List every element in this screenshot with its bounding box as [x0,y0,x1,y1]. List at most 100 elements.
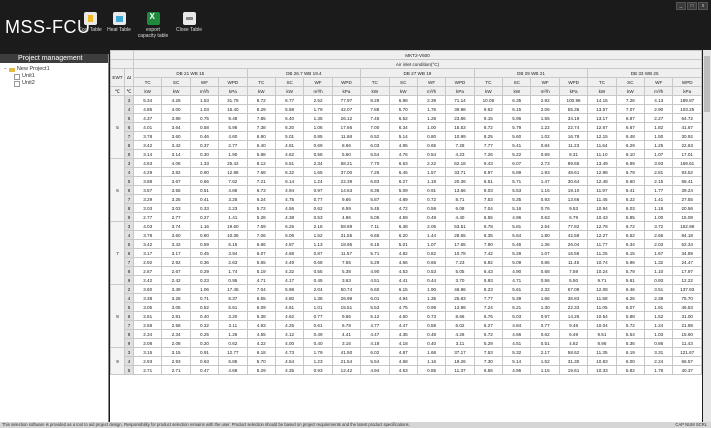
value-cell: 1.06 [189,284,220,294]
export-capacity-table-button[interactable]: export capacity table [135,12,171,39]
value-cell: 21.54 [331,356,362,366]
value-cell: 5.60 [502,131,532,141]
value-cell: 1.18 [644,203,674,213]
value-cell: 5.82 [615,365,646,375]
table-row: 7 2.58 2.58 0.32 2.11 4.93 4.25 0.61 6.78 4.77 4.4… [111,320,702,330]
value-cell: 152.98 [672,221,702,231]
value-cell: 9.62 [473,104,504,114]
vertical-scrollbar[interactable] [703,50,711,422]
minimize-button[interactable]: _ [676,2,686,10]
close-table-button[interactable]: Close Table [171,12,207,33]
value-cell: 2.54 [530,221,560,231]
dt-cell: 4 [124,167,134,177]
value-cell: 5.72 [615,320,646,330]
scrollbar-thumb[interactable] [704,56,710,112]
value-cell: 12.22 [672,275,702,285]
value-cell: 169.61 [672,158,702,168]
value-cell: 4.75 [274,194,305,204]
value-cell: 5.12 [360,311,390,321]
value-cell: 11.45 [558,257,589,267]
value-cell: 7.70 [360,158,390,168]
value-cell: 62.18 [445,158,475,168]
value-cell: 8.66 [445,311,475,321]
value-cell: 4.81 [274,140,305,150]
value-cell: 0.30 [189,149,220,159]
value-cell: 14.15 [587,95,617,105]
value-cell: 6.79 [558,212,589,222]
value-cell: 10.99 [445,131,475,141]
value-cell: 10.43 [587,212,617,222]
value-cell: 2.22 [416,158,447,168]
value-cell: 2.08 [132,338,163,348]
value-cell: 26.04 [558,239,589,249]
value-cell: 4.51 [360,275,390,285]
value-cell: 11.57 [331,248,362,258]
value-cell: 5.71 [502,176,532,186]
value-cell: 68.21 [331,158,362,168]
value-cell: 84.18 [672,230,702,240]
table-row: 8 2.34 2.34 0.25 1.26 4.55 4.12 0.49 4.41 4.47 4.3… [111,329,702,339]
table-row: 6 2.81 2.81 0.40 3.20 5.38 4.62 0.77 9.66 5.12 4.6… [111,311,702,321]
value-cell: 0.93 [530,194,560,204]
value-cell: 28.65 [445,230,475,240]
value-cell: 1.67 [644,248,674,258]
value-cell: 1.90 [218,149,248,159]
disclaimer-text: This selection software is provided as a… [2,422,410,427]
value-cell: 11.45 [587,194,617,204]
value-cell: 11.43 [672,338,702,348]
value-cell: 4.60 [218,131,248,141]
value-cell: 4.35 [388,329,418,339]
unit-header: kW [473,86,504,96]
value-cell: 4.35 [274,365,305,375]
value-cell: 7.42 [473,248,504,258]
close-window-button[interactable]: x [698,2,708,10]
maximize-button[interactable]: □ [687,2,697,10]
tree-item-project[interactable]: − New Project1 [4,66,108,73]
dt-cell: 2 [124,284,134,294]
value-cell: 6.90 [246,131,276,141]
value-cell: 2.71 [161,365,191,375]
value-cell: 26.12 [331,113,362,123]
value-cell: 7.07 [615,104,646,114]
close-table-icon [182,12,196,25]
value-cell: 6.40 [246,140,276,150]
dt-header: Δt [124,68,134,87]
value-cell: 5.45 [360,203,390,213]
value-cell: 6.83 [360,176,390,186]
value-cell: 1.16 [416,356,447,366]
value-cell: 6.32 [274,167,305,177]
value-cell: 7.26 [473,149,504,159]
value-cell: 5.61 [615,275,646,285]
value-cell: 6.15 [388,284,418,294]
value-cell: 4.38 [274,212,305,222]
table-row: 9 3.14 3.14 0.30 1.90 5.88 4.62 0.58 5.60 5.54 4.7… [111,149,702,159]
value-cell: 2.93 [132,356,163,366]
value-cell: 1.16 [530,185,560,195]
tree-item-unit1[interactable]: Unit1 [4,73,108,80]
value-cell: 17.45 [218,284,248,294]
value-cell: 12.77 [218,347,248,357]
value-cell: 5.79 [615,266,646,276]
value-cell: 46.96 [445,284,475,294]
dt-cell: 6 [124,248,134,258]
value-cell: 3.63 [331,275,362,285]
value-cell: 9.66 [331,194,362,204]
value-cell: 3.29 [132,194,163,204]
value-cell: 5.19 [246,266,276,276]
value-cell: 6.34 [615,239,646,249]
table-row: 9 2.42 2.42 0.23 0.95 4.71 4.17 0.45 3.63 4.51 4.4… [111,275,702,285]
value-cell: 6.56 [473,365,504,375]
capacity-table: MKT2-V600 Air inlet condition(°C) EWT Δt DB … [110,50,702,375]
value-cell: 5.32 [502,347,532,357]
column-header: SC [502,77,532,87]
unit-header: kPa [672,86,702,96]
heat-table-button[interactable]: Heat Table [101,12,137,33]
collapse-icon[interactable]: − [4,66,7,73]
value-cell: 6.15 [360,239,390,249]
value-cell: 0.80 [416,131,447,141]
value-cell: 8.28 [360,95,390,105]
column-header: WPD [218,77,248,87]
value-cell: 8.03 [473,185,504,195]
tree-item-unit2[interactable]: Unit2 [4,80,108,87]
value-cell: 1.44 [416,230,447,240]
